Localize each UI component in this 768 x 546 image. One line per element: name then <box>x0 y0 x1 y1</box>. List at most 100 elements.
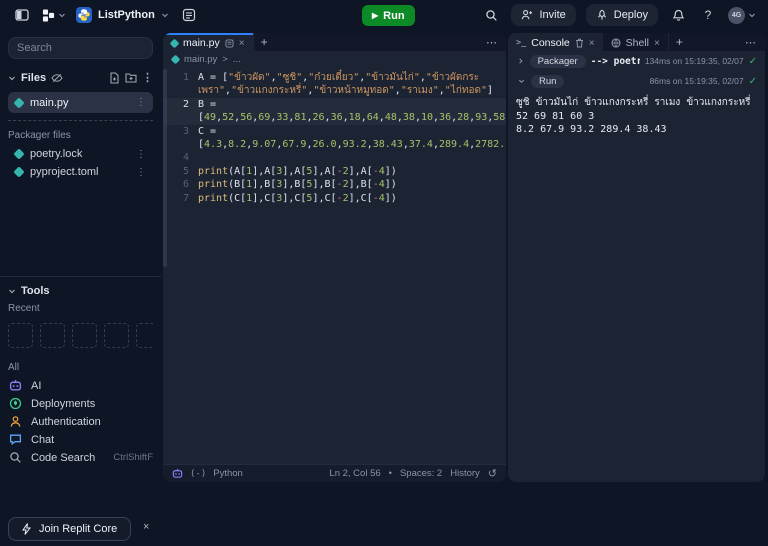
tool-item-chat[interactable]: Chat <box>8 431 153 448</box>
tool-item-code-search[interactable]: Code SearchCtrlShiftF <box>8 449 153 466</box>
recent-placeholder <box>104 323 129 348</box>
file-row[interactable]: pyproject.toml ⋮ <box>8 163 153 181</box>
close-icon[interactable]: × <box>654 38 660 49</box>
files-section-header[interactable]: Files ⋮ <box>8 71 153 84</box>
file-row[interactable]: poetry.lock ⋮ <box>8 145 153 163</box>
recent-tools-placeholders <box>8 323 153 348</box>
code-editor[interactable]: 1A = ["ข้าวผัด","ซูชิ","ก๋วยเตี๋ยว","ข้า… <box>163 67 506 464</box>
chevron-right-icon[interactable] <box>516 57 525 65</box>
packager-file-list: poetry.lock ⋮ pyproject.toml ⋮ <box>8 145 153 181</box>
replit-menu[interactable] <box>42 9 66 22</box>
tab-options-icon[interactable] <box>225 39 234 48</box>
trash-icon[interactable] <box>575 38 584 48</box>
spaces-setting[interactable]: Spaces: 2 <box>400 468 442 479</box>
history-icon[interactable]: ↺ <box>488 467 497 480</box>
ai-chip-icon[interactable] <box>172 468 183 479</box>
tool-item-deployments[interactable]: Deployments <box>8 395 153 412</box>
breadcrumb[interactable]: main.py > ... <box>163 51 506 67</box>
chevron-down-icon[interactable] <box>516 77 526 85</box>
kebab-icon[interactable]: ⋮ <box>142 71 153 84</box>
topbar: ListPython ▶ Run Invite Deploy ? 4G <box>0 0 768 30</box>
packager-files-label: Packager files <box>8 130 153 141</box>
close-icon[interactable]: × <box>239 38 245 49</box>
close-icon[interactable]: × <box>589 38 595 49</box>
files-dashed-separator <box>8 120 153 121</box>
code-line-text <box>198 151 506 164</box>
file-name: pyproject.toml <box>30 166 98 178</box>
tools-section-header[interactable]: Tools <box>8 285 153 297</box>
success-check-icon: ✓ <box>749 76 757 87</box>
join-replit-core-button[interactable]: Join Replit Core <box>8 517 131 541</box>
tab-shell[interactable]: Shell × <box>603 33 668 51</box>
console-tabbar: >_ Console × Shell × + ⋯ <box>508 33 765 51</box>
kebab-icon[interactable]: ⋮ <box>136 167 146 178</box>
console-entry-run[interactable]: Run 86ms on 15:19:35, 02/07 ✓ <box>508 71 765 91</box>
help-icon[interactable]: ? <box>698 5 718 25</box>
chat-icon <box>8 433 22 447</box>
success-check-icon: ✓ <box>749 56 757 67</box>
search-box[interactable] <box>8 37 153 59</box>
console-output: ซูชิ ข้าวมันไก่ ข้าวแกงกระหรี่ ราเมง ข้า… <box>508 91 765 142</box>
code-line[interactable]: 1A = ["ข้าวผัด","ซูชิ","ก๋วยเตี๋ยว","ข้า… <box>163 71 506 98</box>
breadcrumb-separator: > <box>222 54 228 65</box>
tool-label: Deployments <box>31 398 95 410</box>
kebab-icon[interactable]: ⋮ <box>136 149 146 160</box>
language-label[interactable]: Python <box>213 468 243 479</box>
editor-scrollbar[interactable] <box>163 69 167 267</box>
code-line[interactable]: 2B = [49,52,56,69,33,81,26,36,18,64,48,3… <box>163 98 506 125</box>
python-file-icon <box>13 97 24 108</box>
language-icon: (-) <box>190 469 206 479</box>
console-output-line: 52 69 81 60 3 <box>516 110 757 124</box>
kebab-icon[interactable]: ⋮ <box>136 97 146 108</box>
storage-icon[interactable] <box>179 5 199 25</box>
console-prompt-icon: >_ <box>516 38 526 48</box>
search-icon[interactable] <box>481 5 501 25</box>
new-file-icon[interactable] <box>109 72 120 84</box>
console-pane-menu-icon[interactable]: ⋯ <box>736 33 765 51</box>
console-entry-packager[interactable]: Packager --> poetr_ 134ms on 15:19:35, 0… <box>508 51 765 71</box>
notifications-bell-icon[interactable] <box>668 5 688 25</box>
join-label: Join Replit Core <box>39 523 117 535</box>
code-line[interactable]: 3C = [4.3,8.2,9.07,67.9,26.0,93.2,38.43,… <box>163 125 506 152</box>
deploy-label: Deploy <box>614 9 648 21</box>
tab-console[interactable]: >_ Console × <box>508 33 603 51</box>
tool-label: Chat <box>31 434 54 446</box>
python-file-icon <box>170 38 180 48</box>
invite-button[interactable]: Invite <box>511 4 575 26</box>
file-row-main-py[interactable]: main.py ⋮ <box>8 92 153 113</box>
tool-label: Code Search <box>31 452 95 464</box>
code-line[interactable]: 5print(A[1],A[3],A[5],A[-2],A[-4]) <box>163 165 506 178</box>
breadcrumb-more: ... <box>233 54 241 65</box>
tool-item-authentication[interactable]: Authentication <box>8 413 153 430</box>
history-label[interactable]: History <box>450 468 480 479</box>
editor-pane-menu-icon[interactable]: ⋯ <box>477 33 506 51</box>
recent-label: Recent <box>8 303 153 314</box>
new-tab-button[interactable]: + <box>668 33 690 51</box>
dismiss-join-icon[interactable]: × <box>143 521 149 533</box>
console-output-line: ซูชิ ข้าวมันไก่ ข้าวแกงกระหรี่ ราเมง ข้า… <box>516 96 757 110</box>
code-area: 1A = ["ข้าวผัด","ซูชิ","ก๋วยเตี๋ยว","ข้า… <box>163 71 506 205</box>
account-menu[interactable]: 4G <box>728 7 756 24</box>
entry-badge: Run <box>531 75 564 88</box>
python-file-icon <box>13 148 24 159</box>
run-button[interactable]: ▶ Run <box>362 5 415 26</box>
sidebar-toggle-icon[interactable] <box>12 5 32 25</box>
deploy-button[interactable]: Deploy <box>586 4 658 26</box>
file-name: poetry.lock <box>30 148 82 160</box>
new-tab-button[interactable]: + <box>253 33 275 51</box>
project-selector[interactable]: ListPython <box>76 7 169 23</box>
tool-item-ai[interactable]: AI <box>8 377 153 394</box>
eye-off-icon[interactable] <box>51 73 63 83</box>
cursor-position[interactable]: Ln 2, Col 56 <box>329 468 380 479</box>
search-input[interactable] <box>17 42 144 54</box>
new-folder-icon[interactable] <box>125 72 137 83</box>
tab-label: Shell <box>626 37 649 49</box>
play-icon: ▶ <box>372 12 378 20</box>
code-line[interactable]: 4 <box>163 151 506 164</box>
tools-list: AI Deployments Authentication Chat Code Sear… <box>8 377 153 466</box>
code-line[interactable]: 6print(B[1],B[3],B[5],B[-2],B[-4]) <box>163 178 506 191</box>
ai-icon <box>8 379 22 393</box>
tool-label: AI <box>31 380 41 392</box>
tab-main-py[interactable]: main.py × <box>163 33 253 51</box>
code-line[interactable]: 7print(C[1],C[3],C[5],C[-2],C[-4]) <box>163 192 506 205</box>
